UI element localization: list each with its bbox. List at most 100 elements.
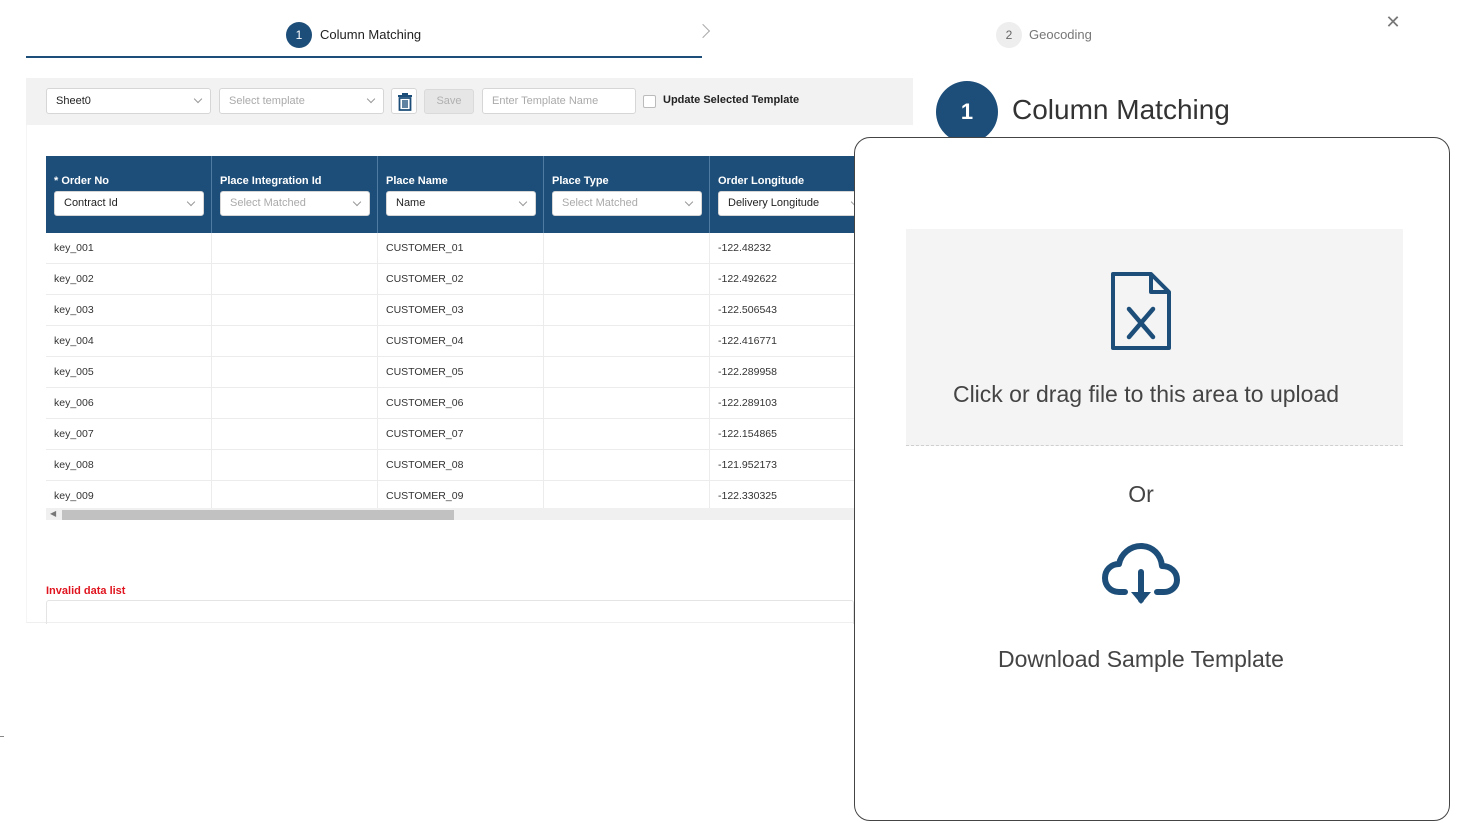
place-name-cell: CUSTOMER_04 [378,326,544,357]
chevron-down-icon [518,197,528,207]
place-name-cell: CUSTOMER_01 [378,233,544,264]
column-title: Place Type [552,175,609,187]
column-match-select[interactable]: Contract Id [54,191,204,216]
table-row: key_003 CUSTOMER_03 -122.506543 [46,295,854,326]
column-header-place-type: Place Type Select Matched [544,156,710,233]
or-separator: Or [1128,481,1154,507]
column-match-select[interactable]: Select Matched [552,191,702,216]
order-no-cell: key_007 [46,419,212,450]
place-name-cell: CUSTOMER_08 [378,450,544,481]
place-integration-id-cell [212,450,378,481]
step-1-label[interactable]: Column Matching [320,22,421,48]
template-select[interactable]: Select template [219,88,384,114]
table-row: key_004 CUSTOMER_04 -122.416771 [46,326,854,357]
order-no-cell: key_004 [46,326,212,357]
select-placeholder: Select Matched [230,197,306,209]
place-integration-id-cell [212,233,378,264]
column-header-place-name: Place Name Name [378,156,544,233]
invalid-data-list [46,600,854,624]
file-dropzone[interactable]: Click or drag file to this area to uploa… [906,229,1403,446]
horizontal-scrollbar[interactable]: ◀ [46,508,854,520]
order-no-cell: key_003 [46,295,212,326]
template-toolbar: Sheet0 Select template Save Enter Templa… [26,78,913,125]
order-longitude-cell: -122.154865 [710,419,854,450]
chevron-down-icon [193,94,203,104]
place-integration-id-cell [212,264,378,295]
place-type-cell [544,357,710,388]
excel-file-icon [1111,272,1171,350]
place-type-cell [544,233,710,264]
chevron-down-icon [186,197,196,207]
step-1-number: 1 [286,22,312,48]
order-no-cell: key_002 [46,264,212,295]
place-type-cell [544,326,710,357]
place-type-cell [544,450,710,481]
column-title: Order Longitude [718,175,805,187]
place-type-cell [544,388,710,419]
place-integration-id-cell [212,357,378,388]
column-matching-table: * Order No Contract Id Place Integration… [46,156,854,520]
save-template-button[interactable]: Save [424,89,474,114]
table-row: key_002 CUSTOMER_02 -122.492622 [46,264,854,295]
column-title: Place Integration Id [220,175,322,187]
place-integration-id-cell [212,419,378,450]
table-row: key_007 CUSTOMER_07 -122.154865 [46,419,854,450]
current-step-number: 1 [936,81,998,143]
place-name-cell: CUSTOMER_07 [378,419,544,450]
place-name-cell: CUSTOMER_03 [378,295,544,326]
place-integration-id-cell [212,295,378,326]
active-step-underline [26,56,702,58]
invalid-data-title: Invalid data list [46,585,126,597]
place-integration-id-cell [212,388,378,419]
sheet-select[interactable]: Sheet0 [46,88,211,114]
trash-icon [398,93,412,111]
column-header-order-no: * Order No Contract Id [46,156,212,233]
select-value: Delivery Longitude [728,197,820,209]
steps-header: 1 Column Matching 2 Geocoding [26,0,1416,78]
select-value: Name [396,197,426,209]
column-match-select[interactable]: Select Matched [220,191,370,216]
order-no-cell: key_001 [46,233,212,264]
column-match-select[interactable]: Delivery Longitude [718,191,854,216]
chevron-down-icon [684,197,694,207]
table-row: key_006 CUSTOMER_06 -122.289103 [46,388,854,419]
close-icon[interactable]: ✕ [1385,12,1401,32]
column-title: Place Name [386,175,448,187]
scroll-left-icon[interactable]: ◀ [50,508,56,520]
place-integration-id-cell [212,326,378,357]
edge-mark [0,736,4,737]
place-type-cell [544,295,710,326]
column-match-select[interactable]: Name [386,191,536,216]
step-2-label[interactable]: Geocoding [1029,22,1092,48]
order-longitude-cell: -121.952173 [710,450,854,481]
table-row: key_008 CUSTOMER_08 -121.952173 [46,450,854,481]
order-no-cell: key_005 [46,357,212,388]
order-longitude-cell: -122.416771 [710,326,854,357]
scrollbar-thumb[interactable] [62,510,454,520]
cloud-download-icon[interactable] [1101,542,1181,610]
order-longitude-cell: -122.289958 [710,357,854,388]
delete-template-button[interactable] [391,88,417,114]
order-no-cell: key_008 [46,450,212,481]
column-header-place-integration-id: Place Integration Id Select Matched [212,156,378,233]
place-name-cell: CUSTOMER_02 [378,264,544,295]
select-placeholder: Select Matched [562,197,638,209]
chevron-down-icon [352,197,362,207]
current-step-title: Column Matching [1012,94,1230,125]
update-template-checkbox[interactable] [643,95,656,108]
template-select-placeholder: Select template [229,95,305,107]
order-longitude-cell: -122.492622 [710,264,854,295]
place-type-cell [544,264,710,295]
column-header-order-longitude: Order Longitude Delivery Longitude [710,156,854,233]
order-longitude-cell: -122.289103 [710,388,854,419]
order-no-cell: key_006 [46,388,212,419]
template-name-input[interactable]: Enter Template Name [482,88,636,114]
update-template-label: Update Selected Template [663,94,800,106]
upload-panel: Click or drag file to this area to uploa… [854,137,1450,821]
dropzone-text: Click or drag file to this area to uploa… [952,381,1340,407]
chevron-down-icon [366,94,376,104]
place-name-cell: CUSTOMER_05 [378,357,544,388]
download-template-link[interactable]: Download Sample Template [855,646,1427,673]
chevron-right-icon [695,23,711,39]
sheet-select-value: Sheet0 [56,95,91,107]
